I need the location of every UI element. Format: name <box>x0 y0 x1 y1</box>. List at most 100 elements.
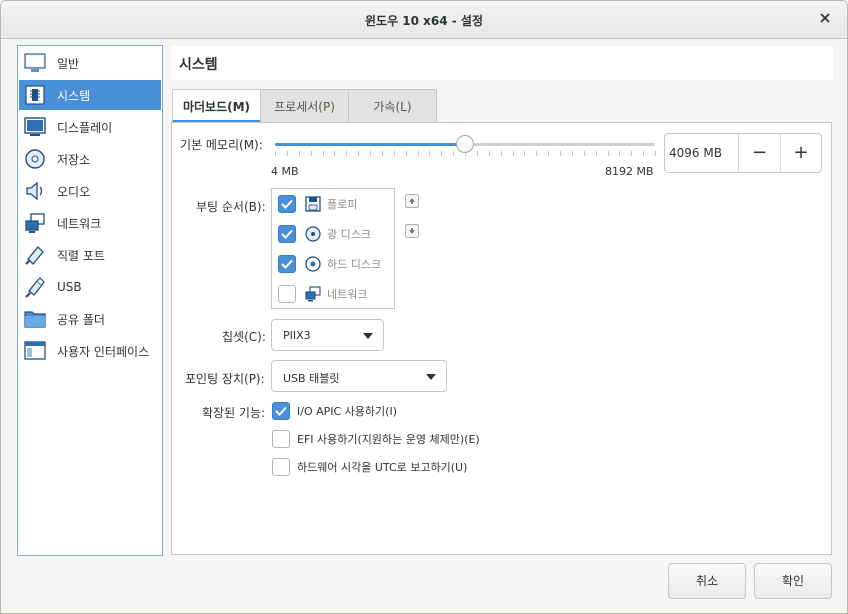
close-icon <box>820 13 830 23</box>
arrow-up-icon <box>409 198 415 204</box>
general-icon <box>24 52 46 74</box>
sidebar-item-label: 시스템 <box>57 88 91 103</box>
close-button[interactable] <box>815 9 835 29</box>
slider-tick <box>501 151 502 156</box>
slider-tick <box>643 151 644 156</box>
slider-tick <box>453 151 454 156</box>
pointing-device-label: 포인팅 장치(P): <box>185 372 265 386</box>
boot-floppy-checkbox[interactable] <box>278 195 296 213</box>
extended-features-label: 확장된 기능: <box>202 406 266 420</box>
slider-tick <box>524 151 525 156</box>
feature-io-apic[interactable]: I/O APIC 사용하기(I) <box>272 401 397 421</box>
slider-tick <box>465 151 466 156</box>
pointing-device-select[interactable]: USB 태블릿 <box>271 360 447 392</box>
cancel-button[interactable]: 취소 <box>668 563 746 599</box>
feature-utc-clock[interactable]: 하드웨어 시각을 UTC로 보고하기(U) <box>272 457 467 477</box>
chevron-down-icon <box>363 333 373 339</box>
boot-item-label: 네트워크 <box>327 288 368 301</box>
check-icon <box>281 259 293 269</box>
slider-tick <box>572 151 573 156</box>
ok-button[interactable]: 확인 <box>754 563 832 599</box>
sidebar-item-serial-port[interactable]: 직렬 포트 <box>19 240 161 270</box>
chevron-down-icon <box>426 374 436 380</box>
boot-item-floppy[interactable]: 플로피 <box>278 192 357 216</box>
slider-tick <box>429 151 430 156</box>
memory-decrement-button[interactable]: − <box>739 134 780 172</box>
slider-tick <box>596 151 597 156</box>
sidebar-item-label: 오디오 <box>57 184 91 199</box>
sidebar-item-shared-folders[interactable]: 공유 폴더 <box>19 304 161 334</box>
feature-label: 하드웨어 시각을 UTC로 보고하기(U) <box>297 461 468 474</box>
slider-tick <box>536 151 537 156</box>
memory-value-input[interactable]: 4096 MB <box>665 134 739 172</box>
sidebar-item-label: 직렬 포트 <box>57 248 105 263</box>
pointing-device-value: USB 태블릿 <box>283 372 340 385</box>
slider-tick <box>584 151 585 156</box>
page-header: 시스템 <box>171 46 833 80</box>
serial-port-icon <box>24 244 46 266</box>
slider-tick <box>477 151 478 156</box>
tab-processor[interactable]: 프로세서(P) <box>260 89 349 123</box>
tab-motherboard[interactable]: 마더보드(M) <box>172 89 261 123</box>
sidebar-item-display[interactable]: 디스플레이 <box>19 112 161 142</box>
slider-tick <box>631 151 632 156</box>
boot-item-label: 광 디스크 <box>327 228 371 241</box>
boot-item-label: 하드 디스크 <box>327 258 382 271</box>
arrow-down-icon <box>409 228 415 234</box>
boot-item-network[interactable]: 네트워크 <box>278 282 367 306</box>
efi-checkbox[interactable] <box>272 430 290 448</box>
window-title: 윈도우 10 x64 - 설정 <box>364 14 484 28</box>
feature-efi[interactable]: EFI 사용하기(지원하는 운영 체제만)(E) <box>272 429 480 449</box>
folder-icon <box>24 308 46 330</box>
sidebar-item-label: 네트워크 <box>57 216 102 231</box>
sidebar-item-user-interface[interactable]: 사용자 인터페이스 <box>19 336 161 366</box>
hard-disk-icon <box>304 255 322 273</box>
feature-label: I/O APIC 사용하기(I) <box>297 405 397 418</box>
user-interface-icon <box>24 340 46 362</box>
slider-tick <box>560 151 561 156</box>
check-icon <box>281 229 293 239</box>
sidebar-item-usb[interactable]: USB <box>19 272 161 302</box>
memory-label: 기본 메모리(M): <box>180 138 263 152</box>
sidebar-item-network[interactable]: 네트워크 <box>19 208 161 238</box>
slider-tick <box>287 151 288 156</box>
sidebar-item-storage[interactable]: 저장소 <box>19 144 161 174</box>
sidebar-item-audio[interactable]: 오디오 <box>19 176 161 206</box>
settings-window: 윈도우 10 x64 - 설정 일반 시스템 디스플레이 저장소 오디오 네트워… <box>0 0 848 614</box>
sidebar-item-label: 저장소 <box>57 152 91 167</box>
memory-increment-button[interactable]: + <box>780 134 821 172</box>
boot-hard-disk-checkbox[interactable] <box>278 255 296 273</box>
slider-tick <box>358 151 359 156</box>
chipset-value: PIIX3 <box>283 329 311 342</box>
slider-tick <box>370 151 371 156</box>
sidebar-item-label: 공유 폴더 <box>57 312 105 327</box>
boot-network-checkbox[interactable] <box>278 285 296 303</box>
sidebar-item-general[interactable]: 일반 <box>19 48 161 78</box>
chipset-select[interactable]: PIIX3 <box>271 319 384 351</box>
boot-item-hard-disk[interactable]: 하드 디스크 <box>278 252 381 276</box>
check-icon <box>281 199 293 209</box>
io-apic-checkbox[interactable] <box>272 402 290 420</box>
motherboard-panel: 기본 메모리(M): 4 MB 8192 MB 4096 MB − + 부팅 순… <box>171 122 832 555</box>
memory-slider[interactable] <box>275 135 655 153</box>
page-title: 시스템 <box>179 57 218 73</box>
slider-tick <box>418 151 419 156</box>
slider-tick <box>394 151 395 156</box>
sidebar-item-label: 디스플레이 <box>57 120 113 135</box>
sidebar-item-system[interactable]: 시스템 <box>19 80 161 110</box>
feature-label: EFI 사용하기(지원하는 운영 체제만)(E) <box>297 433 480 446</box>
slider-tick <box>441 151 442 156</box>
sidebar-item-label: 사용자 인터페이스 <box>57 344 150 359</box>
tab-acceleration[interactable]: 가속(L) <box>348 89 437 123</box>
boot-optical-checkbox[interactable] <box>278 225 296 243</box>
memory-max-label: 8192 MB <box>605 165 654 178</box>
boot-item-optical[interactable]: 광 디스크 <box>278 222 371 246</box>
utc-clock-checkbox[interactable] <box>272 458 290 476</box>
slider-tick <box>548 151 549 156</box>
slider-tick <box>323 151 324 156</box>
slider-tick <box>311 151 312 156</box>
boot-move-down-button[interactable] <box>405 224 419 238</box>
boot-move-up-button[interactable] <box>405 194 419 208</box>
settings-sidebar: 일반 시스템 디스플레이 저장소 오디오 네트워크 직렬 포트 USB 공유 폴… <box>17 45 163 556</box>
slider-tick <box>489 151 490 156</box>
